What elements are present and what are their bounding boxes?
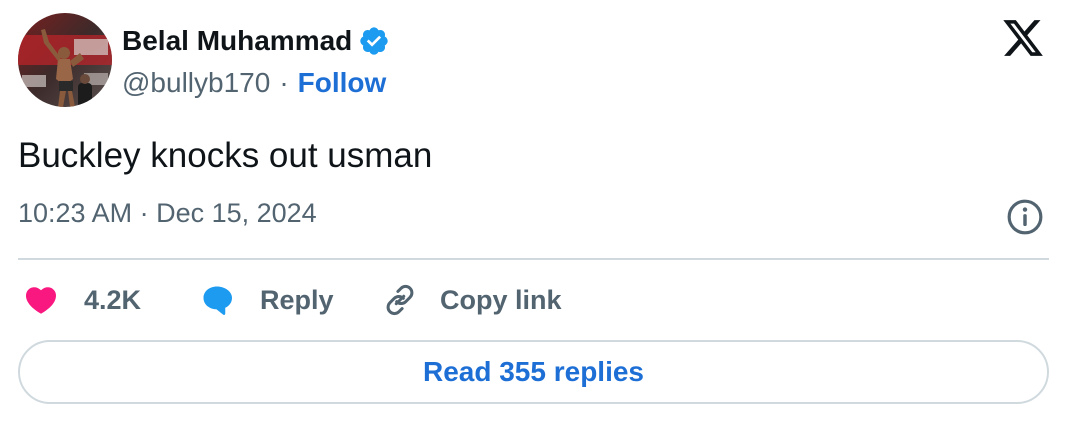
tweet-text: Buckley knocks out usman bbox=[18, 136, 433, 175]
author-handle[interactable]: @bullyb170 bbox=[122, 67, 270, 99]
speech-bubble-icon bbox=[203, 286, 232, 315]
author-handle-row: @bullyb170 · Follow bbox=[122, 64, 386, 102]
x-logo-icon[interactable] bbox=[1000, 16, 1046, 60]
reply-label: Reply bbox=[260, 284, 334, 315]
follow-button[interactable]: Follow bbox=[298, 67, 387, 99]
avatar-image bbox=[18, 13, 112, 107]
info-icon[interactable] bbox=[1006, 198, 1044, 236]
link-icon bbox=[386, 285, 414, 315]
read-replies-button[interactable]: Read 355 replies bbox=[18, 340, 1049, 404]
divider bbox=[18, 258, 1049, 260]
verified-badge-icon bbox=[360, 27, 388, 55]
reply-button[interactable]: Reply bbox=[198, 280, 334, 320]
copy-link-button[interactable]: Copy link bbox=[382, 280, 562, 320]
author-name-row: Belal Muhammad bbox=[122, 22, 390, 60]
separator-dot: · bbox=[279, 67, 289, 98]
copy-link-label: Copy link bbox=[440, 284, 562, 315]
avatar[interactable] bbox=[18, 13, 112, 107]
author-display-name[interactable]: Belal Muhammad bbox=[122, 25, 352, 57]
tweet-timestamp[interactable]: 10:23 AM · Dec 15, 2024 bbox=[18, 198, 317, 229]
heart-icon bbox=[25, 287, 57, 314]
like-button[interactable]: 4.2K bbox=[22, 280, 141, 320]
like-count: 4.2K bbox=[84, 284, 142, 315]
